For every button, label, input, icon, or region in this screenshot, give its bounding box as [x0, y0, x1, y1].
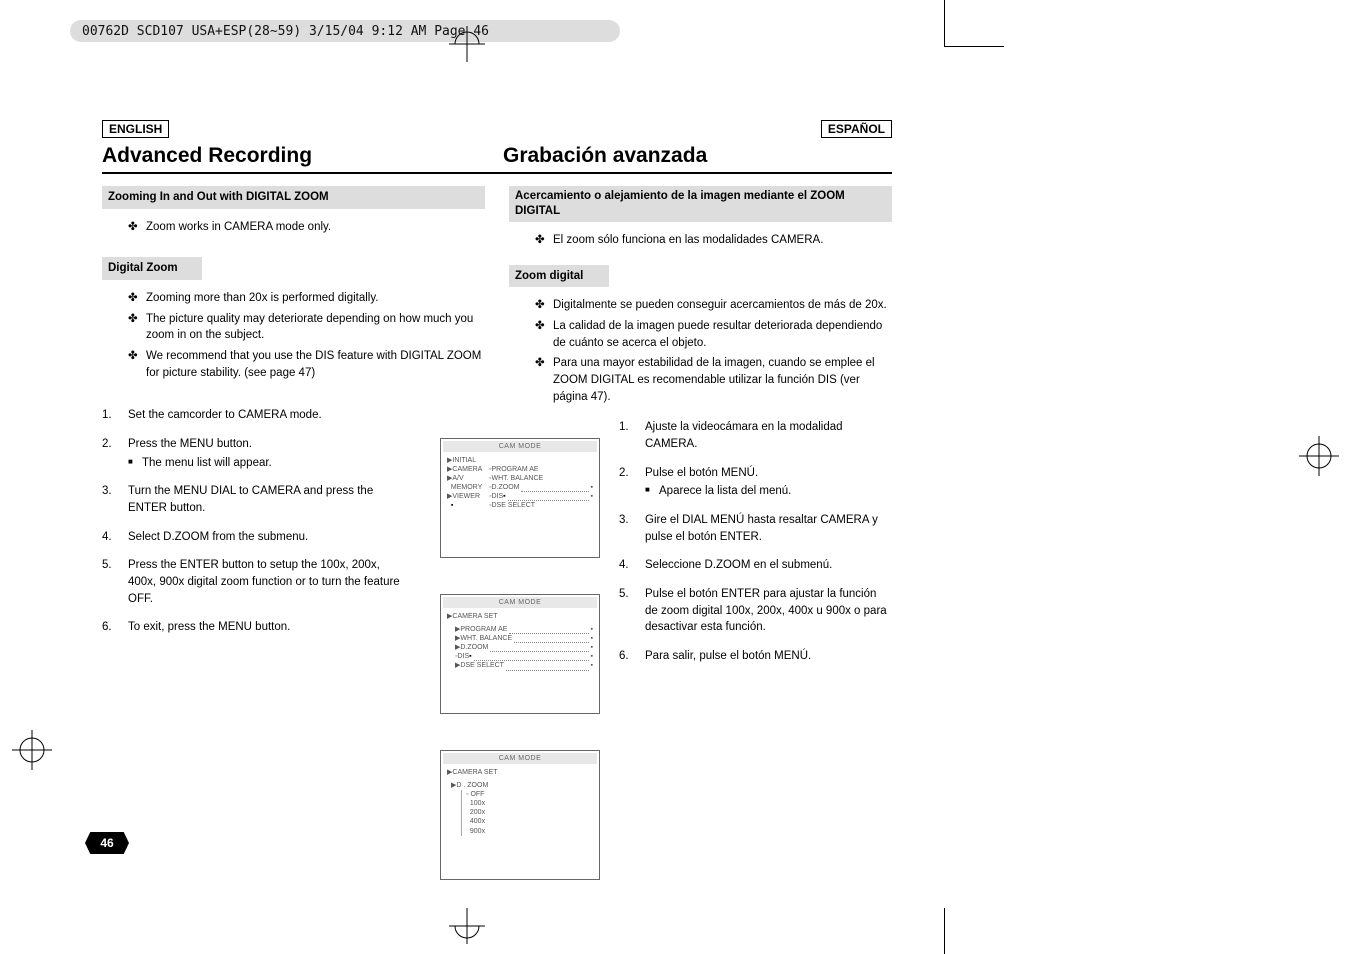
bullet-text: Para una mayor estabilidad de la imagen,…: [553, 355, 892, 405]
step-text: Set the camcorder to CAMERA mode.: [128, 407, 402, 424]
substep-text: The menu list will appear.: [142, 455, 272, 472]
crop-mark-bottom-icon: [449, 908, 485, 944]
step-num: 4.: [619, 557, 645, 574]
step-text: Press the MENU button.: [128, 438, 252, 450]
osd-item: PROGRAM AE: [460, 625, 507, 634]
title-english: Advanced Recording: [102, 144, 491, 168]
osd-item: PROGRAM AE: [491, 465, 538, 474]
step-text: Ajuste la videocámara en la modalidad CA…: [645, 419, 892, 452]
osd-item: DSE SELECT: [460, 661, 504, 670]
osd-item: 200x: [470, 809, 485, 816]
osd-item: CAMERA SET: [452, 613, 497, 620]
subheading-zoom-digitalzoom: Zooming In and Out with DIGITAL ZOOM: [102, 186, 485, 209]
bullet-text: La calidad de la imagen puede resultar d…: [553, 318, 892, 351]
header-text: 00762D SCD107 USA+ESP(28~59) 3/15/04 9:1…: [82, 24, 489, 39]
lang-spanish-label: ESPAÑOL: [821, 120, 892, 138]
osd-item: WHT. BALANCE: [460, 634, 512, 643]
subheading-zoom-digital-es2: Zoom digital: [509, 265, 609, 288]
osd-panel-2: CAM MODE ▶CAMERA SET ▶PROGRAM AE▪ ▶WHT. …: [440, 594, 600, 714]
page: 00762D SCD107 USA+ESP(28~59) 3/15/04 9:1…: [0, 0, 1351, 954]
substep-text: Aparece la lista del menú.: [659, 483, 791, 500]
osd-item: D.ZOOM: [460, 643, 488, 652]
bullet-mark-icon: ✤: [128, 219, 146, 236]
square-bullet-icon: ■: [645, 483, 659, 500]
bullet-text: El zoom sólo funciona en las modalidades…: [553, 232, 823, 249]
trim-line: [944, 908, 945, 954]
bullet-mark-icon: ✤: [535, 297, 553, 314]
osd-item: A/V: [452, 475, 463, 482]
osd-item: VIEWER: [452, 493, 480, 500]
osd-item: 900x: [470, 828, 485, 835]
osd-caption: CAM MODE: [443, 597, 597, 608]
trim-line: [944, 46, 1004, 47]
step-num: 2.: [102, 436, 128, 471]
osd-item: DIS: [457, 652, 469, 661]
step-text: Pulse el botón MENÚ.: [645, 467, 758, 479]
osd-item: D.ZOOM: [491, 483, 519, 492]
bullet-text: The picture quality may deteriorate depe…: [146, 311, 485, 344]
page-number-badge: 46: [85, 832, 129, 854]
step-text: Seleccione D.ZOOM en el submenú.: [645, 557, 892, 574]
print-header-band: 00762D SCD107 USA+ESP(28~59) 3/15/04 9:1…: [70, 20, 620, 42]
step-num: 5.: [102, 557, 128, 607]
osd-item: INITIAL: [452, 457, 476, 464]
bullet-text: Zoom works in CAMERA mode only.: [146, 219, 331, 236]
step-num: 6.: [102, 619, 128, 636]
step-text: Para salir, pulse el botón MENÚ.: [645, 648, 892, 665]
title-spanish: Grabación avanzada: [491, 144, 892, 168]
square-bullet-icon: ■: [128, 455, 142, 472]
bullet-mark-icon: ✤: [535, 355, 553, 405]
crop-mark-top-icon: [449, 26, 485, 62]
step-num: 3.: [102, 483, 128, 516]
bullet-mark-icon: ✤: [128, 311, 146, 344]
osd-figures: CAM MODE ▶INITIAL ▶CAMERA◦ PROGRAM AE ▶A…: [440, 438, 600, 880]
osd-item: 400x: [470, 818, 485, 825]
bullet-mark-icon: ✤: [535, 318, 553, 351]
subheading-zoom-digital-es: Acercamiento o alejamiento de la imagen …: [509, 186, 892, 222]
register-mark-left-icon: [12, 730, 52, 770]
page-number: 46: [100, 836, 113, 850]
step-text: Gire el DIAL MENÚ hasta resaltar CAMERA …: [645, 512, 892, 545]
step-num: 5.: [619, 586, 645, 636]
osd-caption: CAM MODE: [443, 753, 597, 764]
osd-panel-1: CAM MODE ▶INITIAL ▶CAMERA◦ PROGRAM AE ▶A…: [440, 438, 600, 558]
lang-english-label: ENGLISH: [102, 120, 169, 138]
bullet-mark-icon: ✤: [128, 290, 146, 307]
register-mark-right-icon: [1299, 436, 1339, 476]
step-text: Select D.ZOOM from the submenu.: [128, 529, 402, 546]
osd-item: DSE SELECT: [491, 501, 535, 510]
step-num: 4.: [102, 529, 128, 546]
subheading-digital-zoom: Digital Zoom: [102, 257, 202, 280]
bullet-mark-icon: ✤: [535, 232, 553, 249]
step-num: 2.: [619, 465, 645, 500]
osd-item: CAMERA SET: [452, 769, 497, 776]
osd-item: OFF: [470, 791, 484, 798]
bullet-text: Zooming more than 20x is performed digit…: [146, 290, 378, 307]
step-text: To exit, press the MENU button.: [128, 619, 402, 636]
osd-item: DIS: [491, 492, 503, 501]
osd-item: D . ZOOM: [456, 782, 488, 789]
step-num: 1.: [102, 407, 128, 424]
osd-item: CAMERA: [452, 466, 482, 473]
step-text: Press the ENTER button to setup the 100x…: [128, 557, 402, 607]
osd-item: WHT. BALANCE: [491, 474, 543, 483]
bullet-text: Digitalmente se pueden conseguir acercam…: [553, 297, 887, 314]
osd-panel-3: CAM MODE ▶CAMERA SET ▶D . ZOOM ◦ OFF 100…: [440, 750, 600, 880]
step-num: 6.: [619, 648, 645, 665]
step-text: Pulse el botón ENTER para ajustar la fun…: [645, 586, 892, 636]
bullet-text: We recommend that you use the DIS featur…: [146, 348, 485, 381]
osd-item: 100x: [470, 800, 485, 807]
osd-caption: CAM MODE: [443, 441, 597, 452]
column-english: Zooming In and Out with DIGITAL ZOOM ✤Zo…: [102, 186, 485, 677]
step-text: Turn the MENU DIAL to CAMERA and press t…: [128, 483, 402, 516]
bullet-mark-icon: ✤: [128, 348, 146, 381]
step-num: 3.: [619, 512, 645, 545]
trim-line: [944, 0, 945, 46]
osd-item: MEMORY: [451, 484, 482, 491]
step-num: 1.: [619, 419, 645, 452]
